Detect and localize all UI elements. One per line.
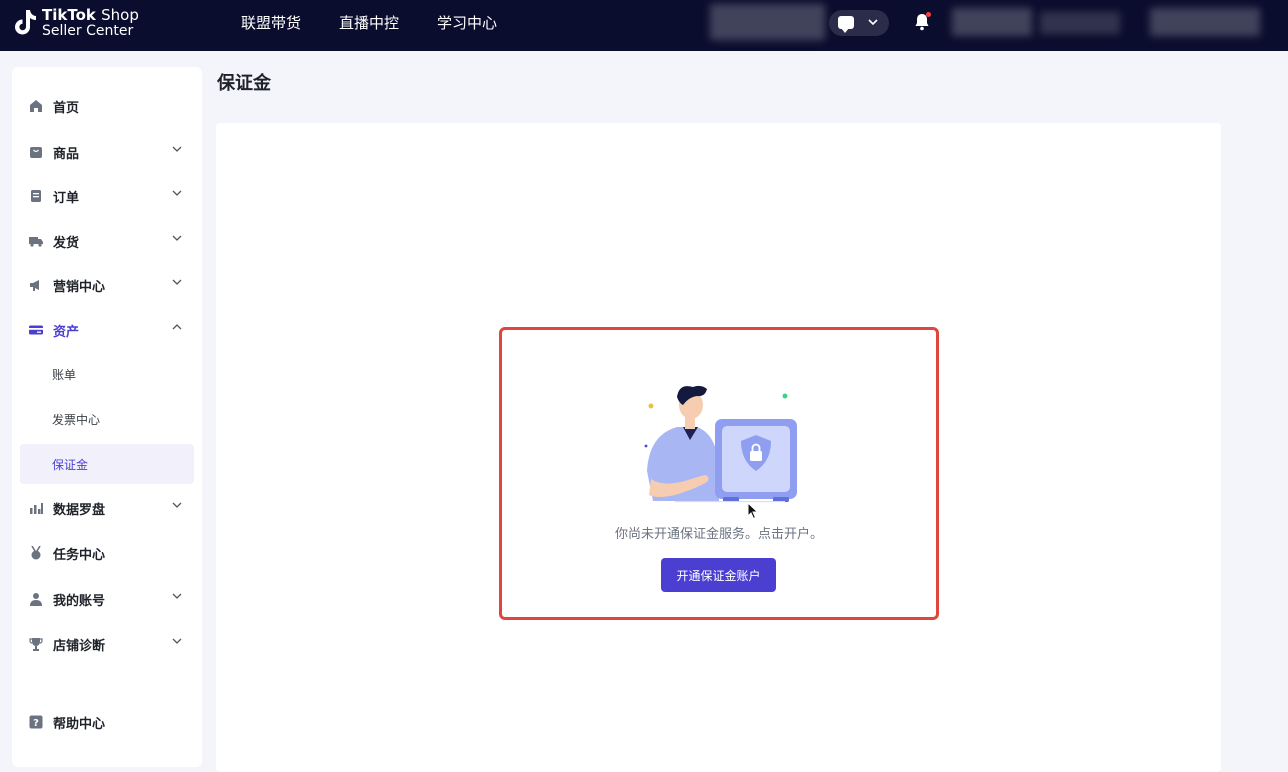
- chevron-down-icon: [172, 279, 182, 285]
- topnav-affiliate[interactable]: 联盟带货: [241, 12, 301, 34]
- topnav-live-control[interactable]: 直播中控: [339, 12, 399, 34]
- sidebar-item-help-center[interactable]: ? 帮助中心: [12, 704, 202, 740]
- empty-state-message: 你尚未开通保证金服务。点击开户。: [614, 527, 823, 542]
- chart-icon: [30, 503, 43, 514]
- sidebar-item-label: 店铺诊断: [53, 639, 106, 654]
- page-title: 保证金: [217, 73, 271, 94]
- brand-shop: Shop: [101, 6, 139, 24]
- sidebar-item-orders[interactable]: 订单: [12, 178, 202, 214]
- svg-text:?: ?: [33, 718, 39, 729]
- sidebar: 首页 商品 订单 发货 营销中心 资产 账单 发票中心 保证金 数据罗盘 任务中…: [12, 67, 202, 767]
- sidebar-item-label: 我的账号: [53, 594, 106, 609]
- blurred-region: [710, 4, 825, 40]
- sidebar-subitem-label: 账单: [52, 368, 77, 382]
- sidebar-item-label: 营销中心: [53, 280, 106, 295]
- sidebar-item-shipping[interactable]: 发货: [12, 223, 202, 259]
- sidebar-item-marketing[interactable]: 营销中心: [12, 267, 202, 303]
- order-icon: [31, 190, 41, 202]
- sidebar-item-data-compass[interactable]: 数据罗盘: [12, 490, 202, 526]
- sidebar-item-label: 任务中心: [53, 548, 106, 563]
- sidebar-item-label: 发货: [53, 236, 80, 251]
- sidebar-subitem-invoice-center[interactable]: 发票中心: [20, 399, 194, 439]
- sidebar-item-my-account[interactable]: 我的账号: [12, 581, 202, 617]
- chevron-up-icon: [172, 324, 182, 330]
- home-icon: [30, 100, 42, 112]
- chat-icon: [838, 16, 854, 33]
- chevron-down-icon: [172, 190, 182, 196]
- brand-subtitle: Seller Center: [42, 23, 134, 39]
- blurred-region: [952, 8, 1032, 36]
- top-navigation-bar: TikTok Shop Seller Center 联盟带货 直播中控 学习中心: [0, 0, 1288, 51]
- help-icon: ?: [29, 715, 43, 729]
- message-dropdown[interactable]: [829, 10, 889, 36]
- sidebar-subitem-label: 发票中心: [52, 413, 101, 427]
- mouse-cursor-icon: [747, 502, 759, 520]
- sidebar-item-task-center[interactable]: 任务中心: [12, 535, 202, 571]
- sidebar-item-label: 订单: [53, 191, 80, 206]
- topnav-learning-center[interactable]: 学习中心: [437, 12, 497, 34]
- chevron-down-icon: [172, 593, 182, 599]
- sidebar-item-label: 首页: [53, 101, 80, 116]
- chevron-down-icon: [868, 19, 878, 26]
- chevron-down-icon: [172, 502, 182, 508]
- product-icon: [30, 147, 42, 158]
- blurred-region: [1040, 12, 1120, 34]
- safe-illustration: [644, 385, 797, 503]
- truck-icon: [29, 237, 43, 247]
- notification-dot: [926, 12, 931, 17]
- medal-icon: [31, 546, 41, 560]
- sidebar-item-store-diagnosis[interactable]: 店铺诊断: [12, 626, 202, 662]
- chevron-down-icon: [172, 146, 182, 152]
- tiktok-logo-icon: [15, 10, 37, 35]
- sidebar-item-products[interactable]: 商品: [12, 134, 202, 170]
- top-nav: 联盟带货 直播中控 学习中心: [241, 12, 535, 34]
- sidebar-item-home[interactable]: 首页: [12, 88, 202, 124]
- sidebar-item-label: 资产: [53, 325, 80, 340]
- tiktok-shop-logo[interactable]: TikTok Shop Seller Center: [12, 6, 142, 42]
- chevron-down-icon: [172, 235, 182, 241]
- user-icon: [30, 593, 42, 606]
- sidebar-subitem-label: 保证金: [52, 458, 89, 472]
- notification-bell[interactable]: [913, 12, 931, 32]
- sidebar-subitem-deposit[interactable]: 保证金: [20, 444, 194, 484]
- sidebar-subitem-bills[interactable]: 账单: [20, 354, 194, 394]
- megaphone-icon: [30, 280, 39, 291]
- chevron-down-icon: [172, 638, 182, 644]
- sidebar-item-label: 帮助中心: [53, 717, 106, 732]
- open-deposit-account-button[interactable]: 开通保证金账户: [661, 558, 776, 592]
- sidebar-item-label: 数据罗盘: [53, 503, 106, 518]
- sidebar-item-label: 商品: [53, 147, 80, 162]
- sidebar-item-assets[interactable]: 资产: [12, 312, 202, 348]
- trophy-icon: [29, 638, 43, 651]
- blurred-region: [1150, 8, 1260, 36]
- brand-name: TikTok: [42, 6, 96, 24]
- card-icon: [29, 325, 43, 335]
